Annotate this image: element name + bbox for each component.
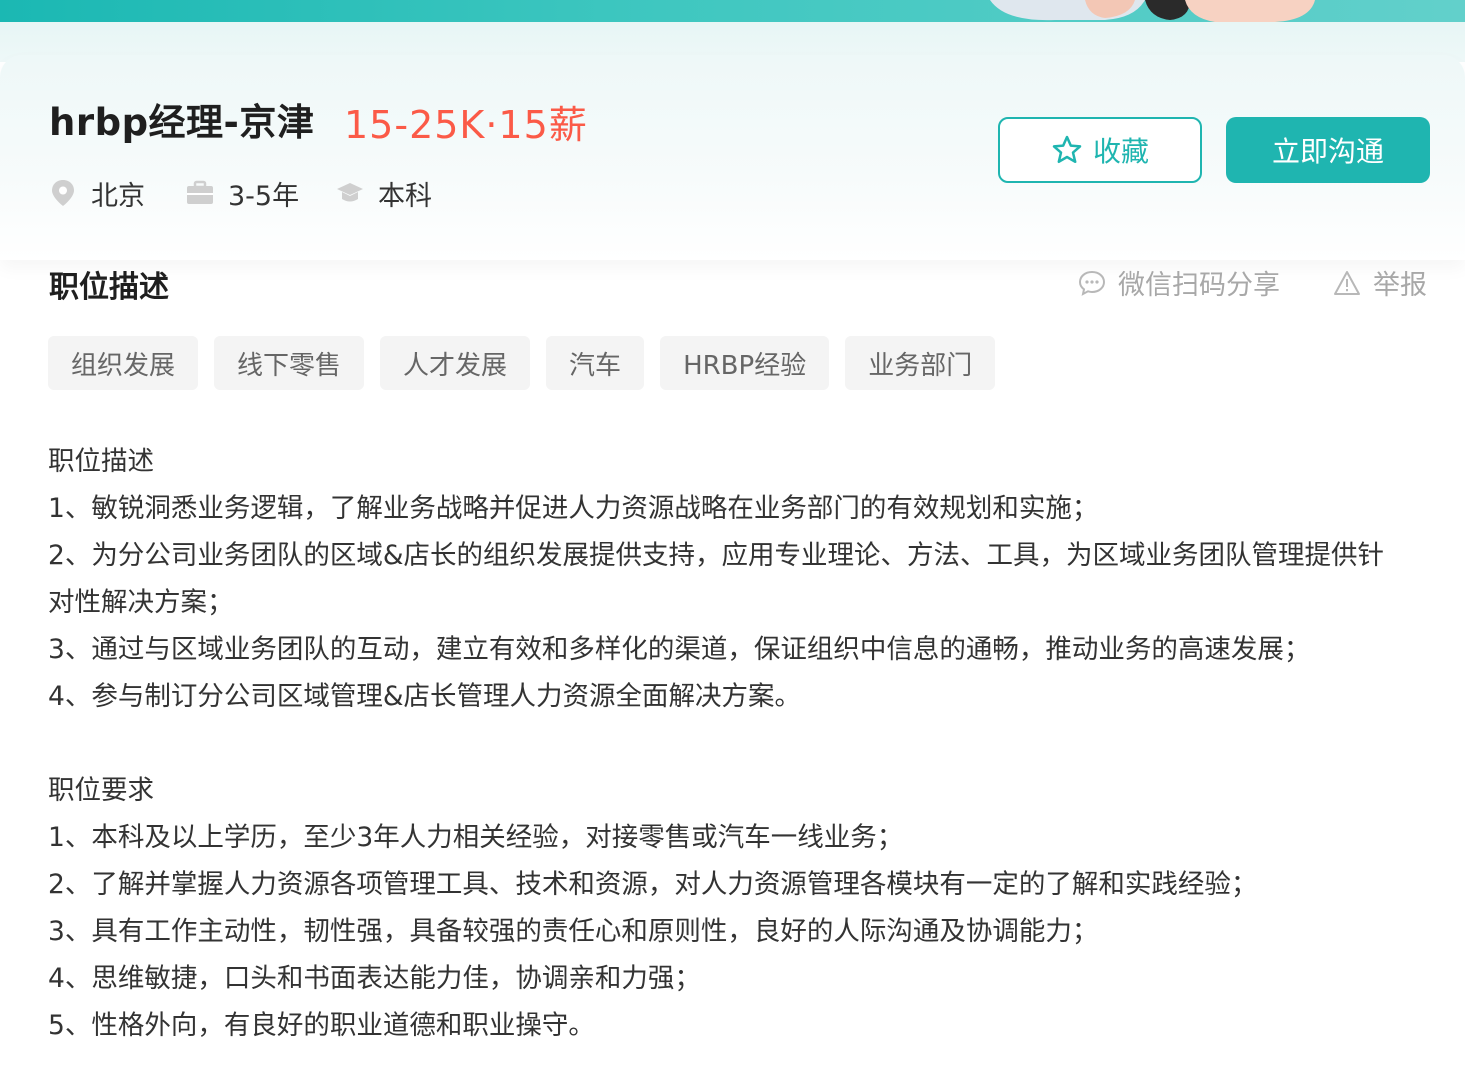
graduation-cap-icon — [336, 179, 364, 207]
job-tag: 业务部门 — [845, 336, 996, 390]
job-detail-page: hrbp经理-京津 15-25K·15薪 北京 3-5年 本科 收藏 立即沟通 … — [0, 0, 1465, 1080]
duty-item: 4、参与制订分公司区域管理&店长管理人力资源全面解决方案。 — [48, 681, 802, 712]
report-link[interactable]: 举报 — [1333, 263, 1427, 302]
section-title: 职位描述 — [49, 270, 169, 305]
duty-item: 2、为分公司业务团队的区域&店长的组织发展提供支持，应用专业理论、方法、工具，为… — [48, 540, 1385, 571]
job-experience: 3-5年 — [186, 173, 299, 213]
requirement-item: 1、本科及以上学历，至少3年人力相关经验，对接零售或汽车一线业务； — [48, 822, 904, 853]
job-tag: 汽车 — [546, 336, 645, 390]
requirement-item: 4、思维敏捷，口头和书面表达能力佳，协调亲和力强； — [48, 963, 701, 994]
requirements-heading: 职位要求 — [48, 775, 154, 806]
duty-item: 3、通过与区域业务团队的互动，建立有效和多样化的渠道，保证组织中信息的通畅，推动… — [48, 634, 1311, 665]
job-tag: HRBP经验 — [660, 336, 830, 390]
chat-now-button[interactable]: 立即沟通 — [1226, 117, 1430, 183]
favorite-button[interactable]: 收藏 — [998, 117, 1202, 183]
warning-icon — [1333, 269, 1361, 297]
job-city: 北京 — [49, 173, 145, 213]
job-tag: 人才发展 — [380, 336, 531, 390]
location-pin-icon — [49, 179, 77, 207]
job-title: hrbp经理-京津 — [49, 101, 315, 144]
wechat-share-label: 微信扫码分享 — [1118, 270, 1280, 301]
duties-heading: 职位描述 — [48, 446, 154, 477]
job-description: 职位描述 1、敏锐洞悉业务逻辑，了解业务战略并促进人力资源战略在业务部门的有效规… — [48, 438, 1443, 1049]
favorite-button-label: 收藏 — [1092, 135, 1149, 168]
requirement-item: 3、具有工作主动性，韧性强，具备较强的责任心和原则性，良好的人际沟通及协调能力； — [48, 916, 1099, 947]
banner-illustration-icon — [990, 0, 1315, 22]
job-tag: 线下零售 — [214, 336, 365, 390]
star-icon — [1051, 134, 1083, 166]
job-education-label: 本科 — [378, 180, 432, 212]
job-salary: 15-25K·15薪 — [344, 103, 588, 147]
requirement-item: 2、了解并掌握人力资源各项管理工具、技术和资源，对人力资源管理各模块有一定的了解… — [48, 869, 1258, 900]
job-experience-label: 3-5年 — [228, 180, 300, 212]
briefcase-icon — [186, 179, 214, 207]
chat-bubble-icon — [1078, 269, 1106, 297]
duty-item-continued: 对性解决方案； — [48, 587, 234, 618]
requirement-item: 5、性格外向，有良好的职业道德和职业操守。 — [48, 1010, 595, 1041]
wechat-share-link[interactable]: 微信扫码分享 — [1078, 263, 1280, 302]
report-label: 举报 — [1373, 270, 1427, 301]
job-education: 本科 — [336, 173, 432, 213]
duty-item: 1、敏锐洞悉业务逻辑，了解业务战略并促进人力资源战略在业务部门的有效规划和实施； — [48, 493, 1099, 524]
job-tag: 组织发展 — [48, 336, 199, 390]
job-city-label: 北京 — [91, 180, 145, 212]
job-tags: 组织发展 线下零售 人才发展 汽车 HRBP经验 业务部门 — [48, 336, 996, 390]
